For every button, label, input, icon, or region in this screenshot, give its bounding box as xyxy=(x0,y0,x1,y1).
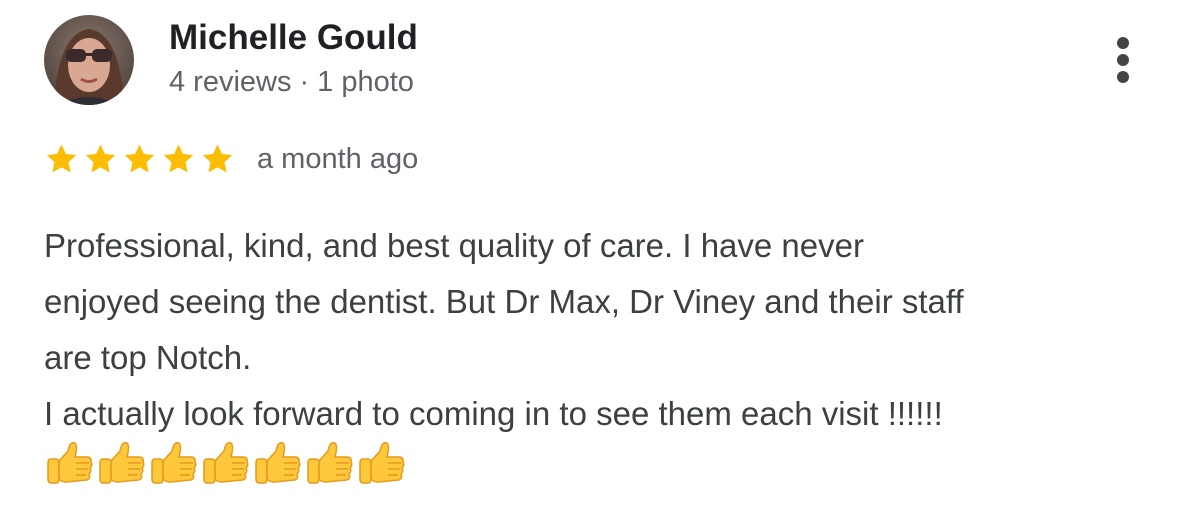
thumbs-up-icon xyxy=(359,441,405,484)
review-card: Michelle Gould 4 reviews · 1 photo a month… xyxy=(0,0,1200,511)
menu-dot xyxy=(1117,54,1129,66)
star-icon xyxy=(163,144,194,173)
star-icon xyxy=(85,144,116,173)
photo-count: 1 photo xyxy=(317,66,414,98)
review-count: 4 reviews xyxy=(169,66,292,98)
star-icon xyxy=(124,144,155,173)
star-icon xyxy=(46,144,77,173)
review-date: a month ago xyxy=(257,143,419,175)
review-line: are top Notch. xyxy=(44,339,252,376)
thumbs-up-icon xyxy=(99,441,145,484)
meta-separator: · xyxy=(299,66,310,98)
review-line: I actually look forward to coming in to … xyxy=(44,395,943,432)
avatar[interactable] xyxy=(44,15,134,105)
reviewer-name[interactable]: Michelle Gould xyxy=(169,18,418,58)
more-vert-icon[interactable] xyxy=(1103,30,1143,90)
review-line: Professional, kind, and best quality of … xyxy=(44,227,864,264)
menu-dot xyxy=(1117,37,1129,49)
thumbs-up-icon xyxy=(255,441,301,484)
reviewer-meta: 4 reviews · 1 photo xyxy=(169,64,414,100)
review-text: Professional, kind, and best quality of … xyxy=(44,218,1174,442)
thumbs-up-icon xyxy=(151,441,197,484)
star-rating xyxy=(44,142,239,176)
emoji-row xyxy=(44,437,424,489)
thumbs-up-icon xyxy=(47,441,93,484)
profile-photo-icon xyxy=(44,15,134,105)
thumbs-up-icon xyxy=(203,441,249,484)
review-line: enjoyed seeing the dentist. But Dr Max, … xyxy=(44,283,964,320)
menu-dot xyxy=(1117,71,1129,83)
thumbs-up-icon xyxy=(307,441,353,484)
star-icon xyxy=(202,144,233,173)
